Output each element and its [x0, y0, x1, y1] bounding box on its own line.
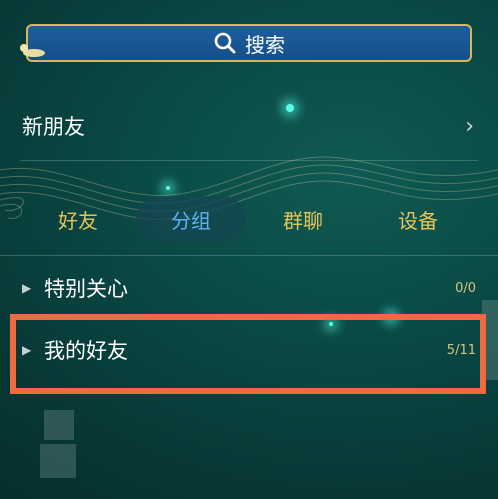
new-friends-row[interactable]: 新朋友 ›: [0, 100, 498, 152]
group-row-special-care[interactable]: ▶ 特别关心 0/0: [0, 263, 498, 313]
wave-lines-decoration: [0, 156, 498, 220]
highlight-annotation-box: [10, 314, 486, 394]
tab-devices-label: 设备: [398, 208, 438, 233]
tab-group-chats-label: 群聊: [283, 208, 323, 233]
new-friends-label: 新朋友: [22, 115, 85, 139]
blur-artifact: [40, 444, 76, 478]
tab-devices[interactable]: 设备: [374, 196, 462, 242]
chevron-right-icon: ›: [465, 113, 474, 139]
group-count: 0/0: [455, 280, 476, 296]
moon-cloud-icon: [20, 44, 45, 57]
search-icon: [214, 32, 236, 54]
tab-group-chats[interactable]: 群聊: [259, 196, 347, 242]
tab-bar: 好友 分组 群聊 设备: [0, 196, 498, 242]
background-decoration: [0, 0, 498, 499]
sparkle-decoration: [166, 186, 170, 190]
tab-friends[interactable]: 好友: [34, 196, 122, 242]
tab-groups-label: 分组: [171, 208, 211, 233]
search-label: 搜索: [245, 32, 285, 57]
group-name: 特别关心: [44, 277, 128, 301]
blur-artifact: [44, 410, 74, 440]
search-container[interactable]: 搜索: [20, 24, 472, 62]
tab-friends-label: 好友: [58, 208, 98, 233]
tab-groups[interactable]: 分组: [136, 196, 246, 242]
divider: [20, 160, 478, 161]
search-bar[interactable]: 搜索: [26, 24, 472, 62]
divider: [0, 255, 498, 256]
expand-triangle-icon: ▶: [22, 281, 32, 295]
